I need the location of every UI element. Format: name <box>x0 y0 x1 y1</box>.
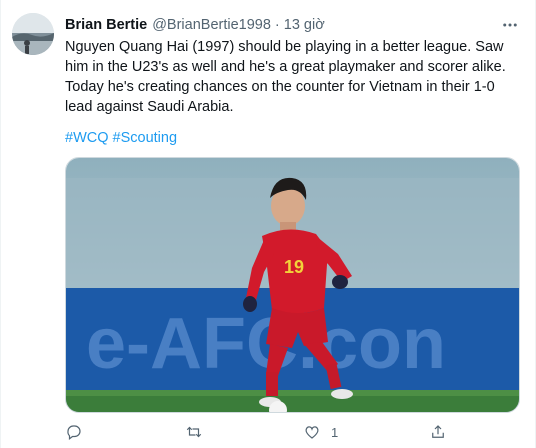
retweet-button[interactable] <box>185 420 203 444</box>
tweet-photo[interactable]: e-AFC.con 19 19 <box>65 157 520 413</box>
retweet-icon <box>186 426 202 438</box>
reply-button[interactable] <box>65 420 83 444</box>
reply-icon <box>67 425 81 440</box>
share-button[interactable] <box>429 420 447 444</box>
like-count: 1 <box>331 424 339 440</box>
avatar[interactable] <box>12 13 54 55</box>
tweet-time[interactable]: 13 giờ <box>284 17 325 33</box>
tweet-text: Nguyen Quang Hai (1997) should be playin… <box>65 39 506 115</box>
hashtag-scouting[interactable]: #Scouting <box>113 130 178 146</box>
user-handle[interactable]: @BrianBertie1998 <box>152 17 271 33</box>
hashtags: #WCQ #Scouting <box>65 128 177 148</box>
tweet-header: Brian Bertie @BrianBertie1998 · 13 giờ <box>65 14 515 36</box>
share-icon <box>432 425 444 438</box>
separator-dot: · <box>274 17 280 33</box>
display-name[interactable]: Brian Bertie <box>65 17 147 33</box>
tweet-actions: 1 <box>65 420 520 444</box>
more-options-icon[interactable] <box>499 14 521 36</box>
heart-icon <box>305 426 319 439</box>
hashtag-wcq[interactable]: #WCQ <box>65 130 109 146</box>
jersey-number: 19 <box>284 257 304 277</box>
tweet[interactable]: Brian Bertie @BrianBertie1998 · 13 giờ N… <box>0 0 536 448</box>
football-player-photo: e-AFC.con 19 19 <box>66 158 519 412</box>
like-button[interactable]: 1 <box>303 420 338 444</box>
avatar-image <box>12 13 54 55</box>
